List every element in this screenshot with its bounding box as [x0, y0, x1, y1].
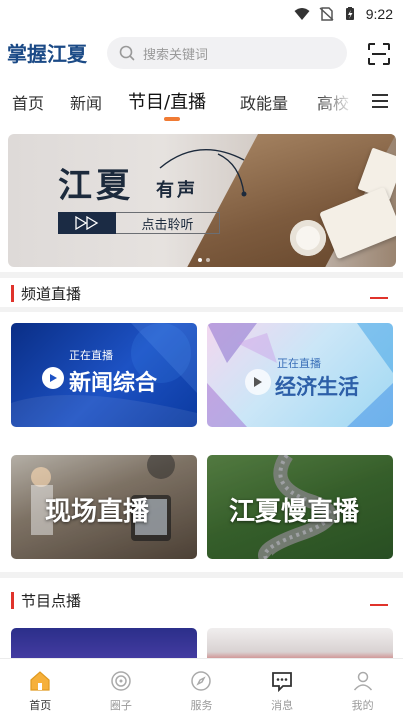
- bottom-nav-label: 圈子: [109, 699, 132, 712]
- banner-title: 江夏: [58, 166, 134, 206]
- banner-carousel[interactable]: 江夏 有声 点击聆听: [8, 134, 396, 267]
- bottom-nav-circle[interactable]: 圈子: [81, 659, 162, 716]
- channel-name: 新闻综合: [69, 371, 158, 396]
- channel-card-slow-live[interactable]: 江夏慢直播: [207, 455, 393, 559]
- fast-forward-icon: [75, 216, 99, 230]
- live-tag: 正在直播: [69, 349, 113, 362]
- search-icon: [119, 45, 135, 61]
- bottom-nav-label: 服务: [190, 699, 213, 712]
- tab-fade: [316, 82, 361, 122]
- channel-name: 江夏慢直播: [229, 497, 360, 527]
- wifi-icon: [294, 8, 310, 20]
- banner-subtitle: 有声: [156, 180, 198, 201]
- bottom-nav-messages[interactable]: 消息: [242, 659, 323, 716]
- channel-tabs: 首页 新闻 节目/直播 政能量 高校: [0, 82, 403, 124]
- bottom-nav-label: 首页: [29, 699, 52, 712]
- live-tag: 正在直播: [277, 357, 321, 370]
- play-icon: [42, 367, 64, 389]
- section-more-indicator[interactable]: [370, 604, 388, 606]
- section-divider: [0, 272, 403, 278]
- home-icon: [30, 671, 50, 691]
- bottom-nav-service[interactable]: 服务: [161, 659, 242, 716]
- bottom-navigation: 首页 圈子 服务 消息 我的: [0, 658, 403, 716]
- user-icon: [353, 671, 372, 691]
- channel-card-economy[interactable]: 正在直播 经济生活: [207, 323, 393, 427]
- circle-icon: [111, 671, 131, 691]
- compass-icon: [191, 671, 212, 691]
- battery-icon: [345, 7, 354, 20]
- section-title: 节目点播: [21, 592, 82, 610]
- section-header-on-demand: 节目点播: [0, 588, 403, 614]
- section-marker: [11, 285, 14, 302]
- app-header: 掌握江夏 搜索关键词: [0, 30, 403, 78]
- channel-card-news[interactable]: 正在直播 新闻综合: [11, 323, 197, 427]
- banner-play-button[interactable]: [58, 212, 116, 234]
- section-more-indicator[interactable]: [370, 297, 388, 299]
- status-time: 9:22: [365, 6, 393, 22]
- play-icon: [245, 369, 271, 395]
- section-divider: [0, 307, 403, 312]
- search-input[interactable]: 搜索关键词: [107, 37, 347, 69]
- section-divider: [0, 572, 403, 578]
- channel-card-onsite[interactable]: 现场直播: [11, 455, 197, 559]
- status-bar: 9:22: [0, 0, 403, 28]
- tab-programs-live[interactable]: 节目/直播: [128, 88, 206, 114]
- channel-name: 现场直播: [45, 497, 150, 527]
- carousel-indicator: [198, 258, 210, 262]
- section-title: 频道直播: [21, 285, 82, 303]
- channel-name: 经济生活: [275, 375, 359, 399]
- banner-listen-button[interactable]: 点击聆听: [116, 212, 220, 234]
- search-placeholder: 搜索关键词: [143, 47, 209, 63]
- bottom-nav-home[interactable]: 首页: [0, 659, 81, 716]
- bottom-nav-label: 消息: [271, 699, 294, 712]
- menu-icon[interactable]: [372, 94, 388, 108]
- section-header-channel-live: 频道直播: [0, 281, 403, 307]
- banner-coffee-cup-image: [290, 220, 326, 256]
- app-logo: 掌握江夏: [7, 42, 87, 66]
- tab-home[interactable]: 首页: [12, 90, 44, 114]
- tab-politics[interactable]: 政能量: [240, 90, 288, 114]
- scan-icon[interactable]: [367, 42, 391, 66]
- bottom-nav-profile[interactable]: 我的: [322, 659, 403, 716]
- tab-news[interactable]: 新闻: [70, 90, 102, 114]
- no-sim-icon: [319, 7, 334, 21]
- section-marker: [11, 592, 14, 609]
- active-tab-indicator: [164, 117, 180, 121]
- bottom-nav-label: 我的: [351, 699, 374, 712]
- message-icon: [272, 672, 292, 693]
